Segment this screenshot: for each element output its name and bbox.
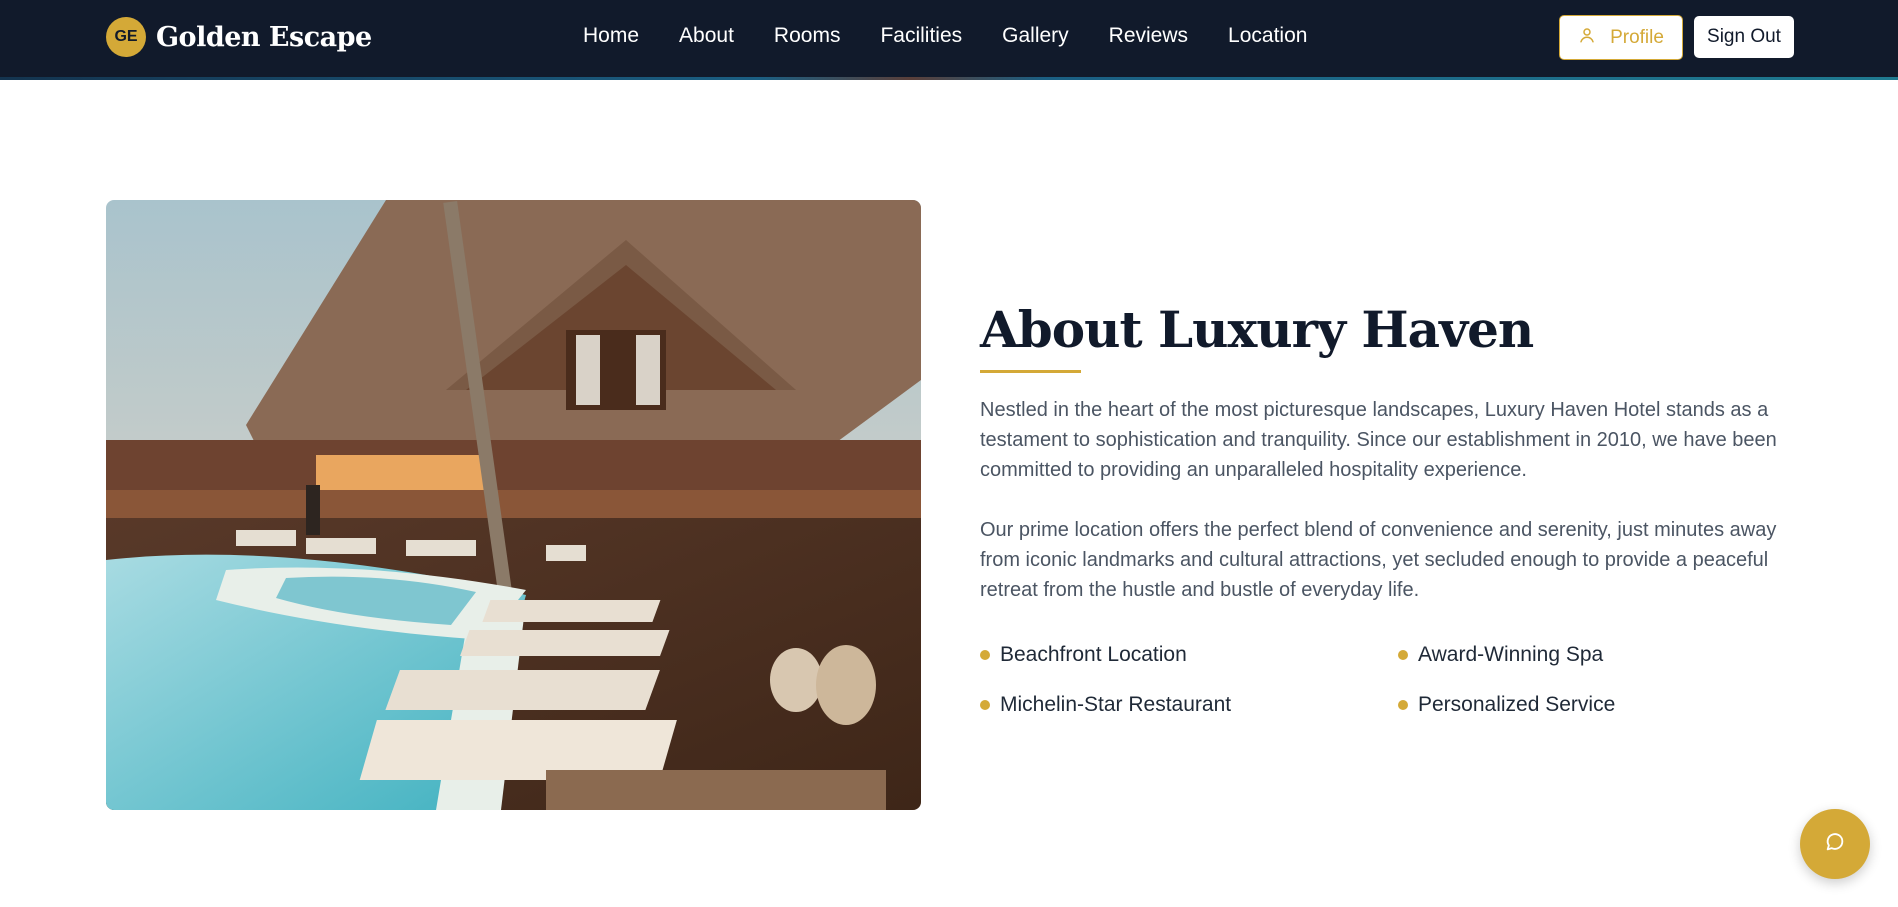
brand-logo[interactable]: GE Golden Escape — [106, 17, 372, 57]
about-paragraph: Our prime location offers the perfect bl… — [980, 519, 1777, 601]
chat-bubble-icon — [1824, 831, 1846, 858]
nav-link-facilities[interactable]: Facilities — [880, 24, 962, 48]
feature-label: Personalized Service — [1418, 693, 1616, 716]
bullet-dot-icon — [1398, 650, 1408, 660]
user-icon — [1578, 26, 1596, 50]
nav-link-about[interactable]: About — [679, 24, 734, 48]
about-title: About Luxury Haven — [980, 300, 1534, 359]
feature-list: Beachfront Location Award-Winning Spa Mi… — [980, 643, 1790, 717]
feature-item: Personalized Service — [1398, 693, 1790, 717]
feature-label: Michelin-Star Restaurant — [1000, 693, 1232, 716]
feature-label: Beachfront Location — [1000, 643, 1187, 666]
profile-button[interactable]: Profile — [1559, 15, 1683, 60]
about-section: About Luxury Haven Nestled in the heart … — [980, 300, 1790, 717]
brand-name: Golden Escape — [156, 21, 372, 53]
bullet-dot-icon — [980, 650, 990, 660]
bullet-dot-icon — [980, 700, 990, 710]
nav-link-home[interactable]: Home — [583, 24, 639, 48]
title-underline — [980, 370, 1081, 373]
nav-link-reviews[interactable]: Reviews — [1109, 24, 1188, 48]
top-navbar: GE Golden Escape Home About Rooms Facili… — [0, 0, 1898, 80]
nav-link-rooms[interactable]: Rooms — [774, 24, 841, 48]
hotel-pool-image — [106, 200, 921, 810]
profile-label: Profile — [1610, 26, 1664, 48]
feature-label: Award-Winning Spa — [1418, 643, 1604, 666]
nav-link-gallery[interactable]: Gallery — [1002, 24, 1069, 48]
main-nav: Home About Rooms Facilities Gallery Revi… — [583, 24, 1307, 48]
bullet-dot-icon — [1398, 700, 1408, 710]
feature-item: Michelin-Star Restaurant — [980, 693, 1398, 717]
chat-button[interactable] — [1800, 809, 1870, 879]
brand-badge: GE — [106, 17, 146, 57]
sign-out-button[interactable]: Sign Out — [1694, 16, 1794, 58]
feature-item: Beachfront Location — [980, 643, 1398, 667]
about-paragraph: Nestled in the heart of the most picture… — [980, 399, 1777, 481]
feature-item: Award-Winning Spa — [1398, 643, 1790, 667]
nav-link-location[interactable]: Location — [1228, 24, 1307, 48]
